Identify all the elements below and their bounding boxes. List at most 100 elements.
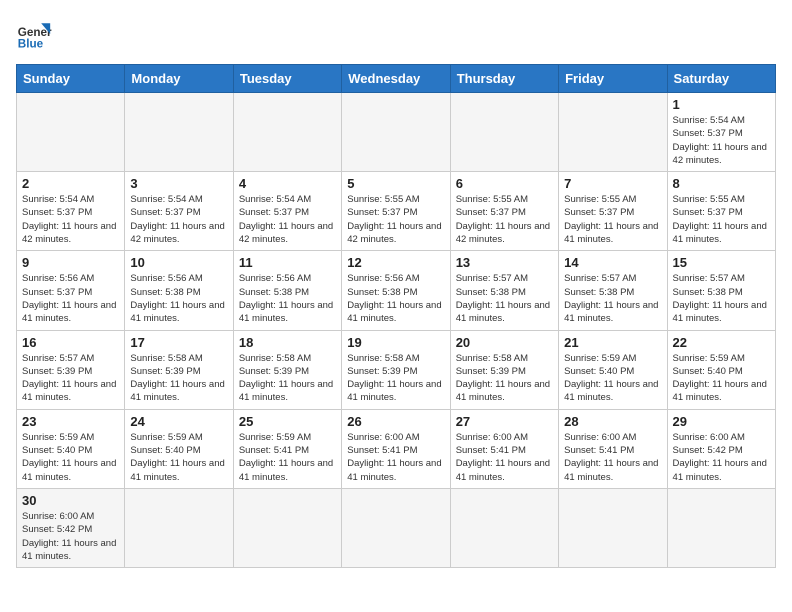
day-info: Sunrise: 5:59 AMSunset: 5:40 PMDaylight:… <box>564 352 661 405</box>
calendar-cell <box>125 488 233 567</box>
day-info: Sunrise: 5:56 AMSunset: 5:38 PMDaylight:… <box>347 272 444 325</box>
day-info: Sunrise: 5:58 AMSunset: 5:39 PMDaylight:… <box>130 352 227 405</box>
day-number: 29 <box>673 414 770 429</box>
day-info: Sunrise: 5:56 AMSunset: 5:38 PMDaylight:… <box>130 272 227 325</box>
day-info: Sunrise: 5:54 AMSunset: 5:37 PMDaylight:… <box>239 193 336 246</box>
week-row-3: 16 Sunrise: 5:57 AMSunset: 5:39 PMDayligh… <box>17 330 776 409</box>
calendar-cell: 19Sunrise: 5:58 AMSunset: 5:39 PMDayligh… <box>342 330 450 409</box>
calendar-cell: 4 Sunrise: 5:54 AMSunset: 5:37 PMDaylight… <box>233 172 341 251</box>
day-number: 5 <box>347 176 444 191</box>
week-row-4: 23 Sunrise: 5:59 AMSunset: 5:40 PMDayligh… <box>17 409 776 488</box>
day-info: Sunrise: 5:58 AMSunset: 5:39 PMDaylight:… <box>456 352 553 405</box>
day-info: Sunrise: 5:59 AMSunset: 5:40 PMDaylight:… <box>130 431 227 484</box>
day-info: Sunrise: 5:58 AMSunset: 5:39 PMDaylight:… <box>347 352 444 405</box>
calendar-cell <box>559 488 667 567</box>
calendar-cell: 10Sunrise: 5:56 AMSunset: 5:38 PMDayligh… <box>125 251 233 330</box>
header-friday: Friday <box>559 65 667 93</box>
day-info: Sunrise: 5:56 AMSunset: 5:38 PMDaylight:… <box>239 272 336 325</box>
calendar-cell <box>559 93 667 172</box>
calendar-cell: 23 Sunrise: 5:59 AMSunset: 5:40 PMDayligh… <box>17 409 125 488</box>
svg-text:Blue: Blue <box>18 38 44 51</box>
day-number: 9 <box>22 255 119 270</box>
day-number: 7 <box>564 176 661 191</box>
calendar-cell: 14 Sunrise: 5:57 AMSunset: 5:38 PMDayligh… <box>559 251 667 330</box>
calendar-cell: 9 Sunrise: 5:56 AMSunset: 5:37 PMDaylight… <box>17 251 125 330</box>
calendar-cell: 18 Sunrise: 5:58 AMSunset: 5:39 PMDayligh… <box>233 330 341 409</box>
calendar-cell: 24 Sunrise: 5:59 AMSunset: 5:40 PMDayligh… <box>125 409 233 488</box>
calendar-cell <box>233 488 341 567</box>
calendar-cell: 13 Sunrise: 5:57 AMSunset: 5:38 PMDayligh… <box>450 251 558 330</box>
calendar-header-row: SundayMondayTuesdayWednesdayThursdayFrid… <box>17 65 776 93</box>
week-row-5: 30Sunrise: 6:00 AMSunset: 5:42 PMDayligh… <box>17 488 776 567</box>
week-row-2: 9 Sunrise: 5:56 AMSunset: 5:37 PMDaylight… <box>17 251 776 330</box>
day-info: Sunrise: 5:54 AMSunset: 5:37 PMDaylight:… <box>22 193 119 246</box>
day-number: 24 <box>130 414 227 429</box>
calendar-cell: 8Sunrise: 5:55 AMSunset: 5:37 PMDaylight… <box>667 172 775 251</box>
day-info: Sunrise: 5:59 AMSunset: 5:40 PMDaylight:… <box>22 431 119 484</box>
calendar-cell: 7 Sunrise: 5:55 AMSunset: 5:37 PMDaylight… <box>559 172 667 251</box>
calendar-cell: 6 Sunrise: 5:55 AMSunset: 5:37 PMDaylight… <box>450 172 558 251</box>
day-number: 6 <box>456 176 553 191</box>
header-monday: Monday <box>125 65 233 93</box>
day-number: 4 <box>239 176 336 191</box>
day-number: 22 <box>673 335 770 350</box>
day-info: Sunrise: 5:55 AMSunset: 5:37 PMDaylight:… <box>456 193 553 246</box>
calendar-cell: 29 Sunrise: 6:00 AMSunset: 5:42 PMDayligh… <box>667 409 775 488</box>
day-number: 14 <box>564 255 661 270</box>
header-tuesday: Tuesday <box>233 65 341 93</box>
day-number: 2 <box>22 176 119 191</box>
day-number: 21 <box>564 335 661 350</box>
day-info: Sunrise: 5:58 AMSunset: 5:39 PMDaylight:… <box>239 352 336 405</box>
day-number: 28 <box>564 414 661 429</box>
day-number: 11 <box>239 255 336 270</box>
day-number: 23 <box>22 414 119 429</box>
day-info: Sunrise: 5:57 AMSunset: 5:39 PMDaylight:… <box>22 352 119 405</box>
day-number: 1 <box>673 97 770 112</box>
day-info: Sunrise: 5:59 AMSunset: 5:40 PMDaylight:… <box>673 352 770 405</box>
header: General Blue <box>16 16 776 52</box>
day-number: 3 <box>130 176 227 191</box>
calendar-cell <box>17 93 125 172</box>
calendar-cell: 5 Sunrise: 5:55 AMSunset: 5:37 PMDaylight… <box>342 172 450 251</box>
day-number: 17 <box>130 335 227 350</box>
calendar-cell: 11 Sunrise: 5:56 AMSunset: 5:38 PMDayligh… <box>233 251 341 330</box>
calendar-cell: 3 Sunrise: 5:54 AMSunset: 5:37 PMDaylight… <box>125 172 233 251</box>
day-info: Sunrise: 5:59 AMSunset: 5:41 PMDaylight:… <box>239 431 336 484</box>
week-row-0: 1 Sunrise: 5:54 AMSunset: 5:37 PMDaylight… <box>17 93 776 172</box>
day-info: Sunrise: 5:54 AMSunset: 5:37 PMDaylight:… <box>673 114 770 167</box>
day-info: Sunrise: 5:55 AMSunset: 5:37 PMDaylight:… <box>347 193 444 246</box>
day-number: 16 <box>22 335 119 350</box>
header-saturday: Saturday <box>667 65 775 93</box>
day-number: 12 <box>347 255 444 270</box>
calendar-cell: 15Sunrise: 5:57 AMSunset: 5:38 PMDayligh… <box>667 251 775 330</box>
day-info: Sunrise: 5:56 AMSunset: 5:37 PMDaylight:… <box>22 272 119 325</box>
calendar-cell <box>125 93 233 172</box>
day-info: Sunrise: 6:00 AMSunset: 5:41 PMDaylight:… <box>564 431 661 484</box>
day-info: Sunrise: 5:57 AMSunset: 5:38 PMDaylight:… <box>673 272 770 325</box>
calendar-cell: 17 Sunrise: 5:58 AMSunset: 5:39 PMDayligh… <box>125 330 233 409</box>
calendar-cell <box>233 93 341 172</box>
calendar-cell: 28 Sunrise: 6:00 AMSunset: 5:41 PMDayligh… <box>559 409 667 488</box>
day-info: Sunrise: 6:00 AMSunset: 5:42 PMDaylight:… <box>673 431 770 484</box>
day-info: Sunrise: 5:57 AMSunset: 5:38 PMDaylight:… <box>456 272 553 325</box>
header-thursday: Thursday <box>450 65 558 93</box>
logo: General Blue <box>16 16 52 52</box>
day-number: 13 <box>456 255 553 270</box>
day-info: Sunrise: 6:00 AMSunset: 5:42 PMDaylight:… <box>22 510 119 563</box>
calendar-cell <box>667 488 775 567</box>
calendar-cell: 16 Sunrise: 5:57 AMSunset: 5:39 PMDayligh… <box>17 330 125 409</box>
calendar-cell: 21 Sunrise: 5:59 AMSunset: 5:40 PMDayligh… <box>559 330 667 409</box>
logo-icon: General Blue <box>16 16 52 52</box>
day-info: Sunrise: 5:54 AMSunset: 5:37 PMDaylight:… <box>130 193 227 246</box>
calendar-cell <box>342 93 450 172</box>
day-number: 27 <box>456 414 553 429</box>
calendar: SundayMondayTuesdayWednesdayThursdayFrid… <box>16 64 776 568</box>
calendar-cell <box>342 488 450 567</box>
day-info: Sunrise: 5:57 AMSunset: 5:38 PMDaylight:… <box>564 272 661 325</box>
day-number: 8 <box>673 176 770 191</box>
day-info: Sunrise: 6:00 AMSunset: 5:41 PMDaylight:… <box>347 431 444 484</box>
day-number: 18 <box>239 335 336 350</box>
calendar-cell: 20Sunrise: 5:58 AMSunset: 5:39 PMDayligh… <box>450 330 558 409</box>
calendar-cell <box>450 93 558 172</box>
day-info: Sunrise: 5:55 AMSunset: 5:37 PMDaylight:… <box>564 193 661 246</box>
